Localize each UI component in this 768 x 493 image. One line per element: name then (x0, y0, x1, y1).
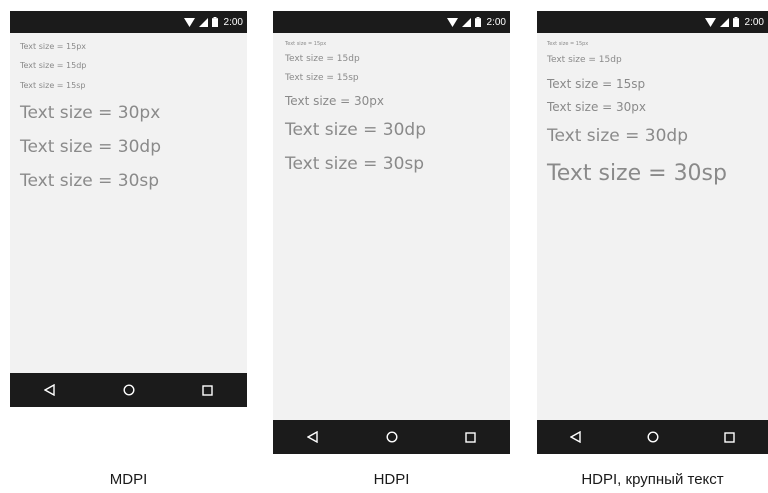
text-line-30px: Text size = 30px (285, 94, 385, 108)
text-line-15px: Text size = 15px (285, 41, 327, 47)
status-bar: 2:00 (537, 11, 768, 33)
caption-hdpi-large-text: HDPI, крупный текст (581, 471, 724, 488)
nav-bar (273, 420, 510, 454)
home-circle-icon (385, 431, 398, 443)
phone-mdpi: 2:00 Text size = 15px Text size = 15dp T… (10, 11, 247, 407)
text-line-15dp: Text size = 15dp (547, 55, 622, 65)
text-line-30sp: Text size = 30sp (20, 171, 160, 191)
text-line-15px: Text size = 15px (547, 41, 589, 47)
recents-button[interactable] (718, 425, 742, 449)
recents-square-icon (724, 431, 735, 443)
signal-icon (461, 17, 471, 27)
back-triangle-icon (44, 384, 55, 396)
text-line-30dp: Text size = 30dp (20, 137, 162, 157)
nav-bar (10, 373, 247, 407)
home-circle-icon (122, 384, 135, 396)
caption-mdpi: MDPI (109, 471, 148, 488)
wifi-icon (704, 17, 716, 27)
text-line-15sp: Text size = 15sp (285, 73, 359, 83)
phone-hdpi: 2:00 Text size = 15px Text size = 15dp T… (273, 11, 510, 454)
text-line-15sp: Text size = 15sp (547, 77, 646, 91)
recents-square-icon (202, 384, 213, 396)
text-line-30sp: Text size = 30sp (547, 161, 727, 186)
home-button[interactable] (380, 425, 404, 449)
back-button[interactable] (564, 425, 588, 449)
text-line-15px: Text size = 15px (20, 42, 87, 51)
text-line-15dp: Text size = 15dp (285, 54, 360, 64)
comparison-figure: 2:00 Text size = 15px Text size = 15dp T… (0, 0, 768, 493)
status-time: 2:00 (744, 16, 764, 28)
battery-icon (732, 17, 739, 27)
signal-icon (198, 17, 208, 27)
screen: Text size = 15px Text size = 15dp Text s… (537, 33, 768, 420)
back-triangle-icon (307, 431, 318, 443)
text-line-30dp: Text size = 30dp (547, 126, 689, 146)
screen: Text size = 15px Text size = 15dp Text s… (10, 33, 247, 373)
recents-button[interactable] (459, 425, 483, 449)
back-button[interactable] (38, 378, 62, 402)
text-line-30dp: Text size = 30dp (285, 120, 427, 140)
text-line-30px: Text size = 30px (20, 103, 161, 123)
signal-icon (719, 17, 729, 27)
status-bar: 2:00 (273, 11, 510, 33)
recents-square-icon (465, 431, 476, 443)
home-button[interactable] (641, 425, 665, 449)
home-circle-icon (646, 431, 659, 443)
caption-hdpi: HDPI (373, 471, 410, 488)
wifi-icon (183, 17, 195, 27)
phone-hdpi-large-text: 2:00 Text size = 15px Text size = 15dp T… (537, 11, 768, 454)
recents-button[interactable] (196, 378, 220, 402)
text-line-30sp: Text size = 30sp (285, 154, 425, 174)
wifi-icon (446, 17, 458, 27)
screen: Text size = 15px Text size = 15dp Text s… (273, 33, 510, 420)
status-time: 2:00 (223, 16, 243, 28)
text-line-30px: Text size = 30px (547, 100, 647, 114)
back-triangle-icon (570, 431, 581, 443)
text-line-15dp: Text size = 15dp (20, 61, 87, 70)
text-line-15sp: Text size = 15sp (20, 81, 86, 90)
battery-icon (211, 17, 218, 27)
battery-icon (474, 17, 481, 27)
home-button[interactable] (117, 378, 141, 402)
status-bar: 2:00 (10, 11, 247, 33)
status-time: 2:00 (486, 16, 506, 28)
back-button[interactable] (301, 425, 325, 449)
nav-bar (537, 420, 768, 454)
